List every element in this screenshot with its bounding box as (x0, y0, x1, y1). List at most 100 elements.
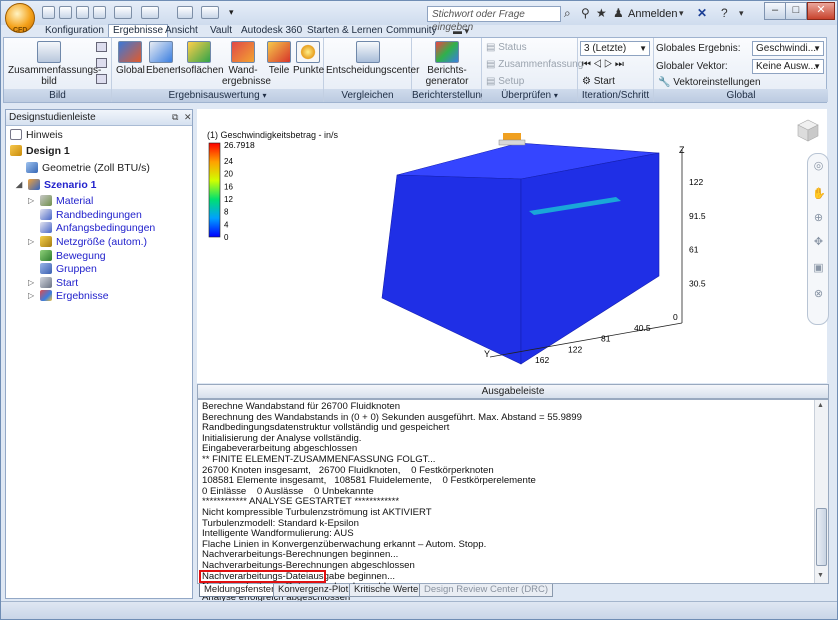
panel-ergebnisauswertung-label: Ergebnisauswertung (168, 90, 260, 101)
look-at-icon[interactable]: ▣ (812, 262, 825, 275)
tree-label-netzgroesse: Netzgröße (autom.) (56, 236, 148, 248)
help-dropdown-icon[interactable]: ▾ (739, 6, 744, 20)
summary-image-label-1: Zusammenfassungs- (8, 65, 102, 76)
open-folder-icon[interactable] (59, 6, 72, 19)
walk-icon[interactable]: ⊗ (812, 288, 825, 301)
tree-item-szenario[interactable]: ◢ Szenario 1 (16, 179, 97, 191)
start-icon: ⚙ (582, 76, 594, 87)
last-step-icon[interactable]: ⏭ (615, 59, 626, 70)
zusammenfassung-button[interactable]: ▤ Zusammenfassung (486, 59, 583, 71)
collapse-icon[interactable]: ◢ (16, 179, 22, 191)
tree-item-anfangsbedingungen[interactable]: Anfangsbedingungen (40, 222, 155, 234)
maximize-button[interactable]: □ (785, 2, 807, 20)
minimize-button[interactable]: – (764, 2, 786, 20)
scroll-up-icon[interactable]: ▲ (817, 402, 824, 409)
output-bar-header[interactable]: Ausgabeleiste (197, 384, 829, 399)
tree-item-material[interactable]: ▷ Material (28, 195, 93, 207)
tree-item-gruppen[interactable]: Gruppen (40, 263, 97, 275)
tree-label-bewegung: Bewegung (56, 250, 106, 262)
material-icon (40, 195, 52, 206)
new-file-icon[interactable] (42, 6, 55, 19)
image-option-icon-2[interactable] (96, 58, 107, 68)
summary-image-button[interactable]: Zusammenfassungs- bild (8, 41, 101, 87)
tree-item-start[interactable]: ▷ Start (28, 277, 78, 289)
subscription-icon[interactable]: ⚲ (581, 6, 590, 20)
save-as-icon[interactable] (93, 6, 106, 19)
setup-button[interactable]: ▤ Setup (486, 76, 524, 88)
qat-customize-icon[interactable]: ▾ (229, 6, 239, 19)
close-button[interactable]: ✕ (807, 2, 835, 20)
viewcube-icon[interactable] (795, 117, 821, 143)
expand-icon[interactable]: ▷ (28, 236, 34, 248)
user-icon[interactable]: ♟ (613, 6, 624, 20)
tree-item-ergebnisse[interactable]: ▷ Ergebnisse (28, 290, 109, 302)
favorite-star-icon[interactable]: ★ (596, 6, 607, 20)
decision-center-button[interactable]: Entscheidungscenter (326, 41, 419, 76)
dock-icon[interactable]: ⧉ (172, 110, 178, 125)
tab-kritische-werte[interactable]: Kritische Werte (349, 584, 424, 597)
help-icon[interactable]: ? (721, 6, 728, 20)
image-option-icon-3[interactable] (96, 74, 107, 84)
next-step-icon[interactable]: ▷ (604, 59, 615, 70)
zoom-icon[interactable]: ⊕ (812, 212, 825, 225)
scroll-down-icon[interactable]: ▼ (817, 572, 824, 579)
panel-ueberpruefen-label: Überprüfen (501, 90, 552, 101)
panel-berichterstellung-title: Berichterstellung (412, 89, 487, 102)
exchange-apps-icon[interactable]: ✕ (697, 6, 707, 20)
tree-label-gruppen: Gruppen (56, 263, 97, 275)
expand-icon[interactable]: ▷ (28, 277, 34, 289)
tree-item-netzgroesse[interactable]: ▷ Netzgröße (autom.) (28, 236, 148, 248)
status-button[interactable]: ▤ Status (486, 42, 527, 54)
image-option-icon-1[interactable] (96, 42, 107, 52)
iteration-combo-value: 3 (Letzte) (584, 43, 627, 54)
start-button[interactable]: ⚙ Start (582, 76, 615, 88)
panel-ueberpruefen-title[interactable]: Überprüfen ▾ (482, 89, 577, 102)
ebenen-button[interactable]: Ebenen (146, 41, 180, 76)
redo-icon[interactable] (141, 6, 159, 19)
vector-settings-button[interactable]: 🔧 Vektoreinstellungen (658, 77, 761, 89)
tree-item-hinweis[interactable]: Hinweis (10, 129, 63, 141)
first-step-icon[interactable]: ⏮ (582, 59, 593, 70)
global-result-combo[interactable]: Geschwindi... ▼ (752, 41, 824, 56)
tree-item-bewegung[interactable]: Bewegung (40, 250, 106, 262)
tab-ergebnisse[interactable]: Ergebnisse (108, 24, 169, 38)
punkte-button[interactable]: Punkte (293, 41, 324, 76)
undo-icon[interactable] (114, 6, 132, 19)
expand-icon[interactable]: ▷ (28, 290, 34, 302)
iteration-combo[interactable]: 3 (Letzte) ▼ (580, 41, 650, 56)
tab-design-review-center[interactable]: Design Review Center (DRC) (419, 584, 554, 597)
teile-button[interactable]: Teile (266, 41, 292, 76)
tree-item-geometrie[interactable]: Geometrie (Zoll BTU/s) (26, 162, 150, 174)
tree-item-design[interactable]: Design 1 (10, 145, 70, 157)
panel-ergebnisauswertung-title[interactable]: Ergebnisauswertung ▾ (112, 89, 323, 102)
scroll-thumb[interactable] (816, 508, 827, 566)
isoflaechen-button[interactable]: Isoflächen (178, 41, 224, 76)
orbit-icon[interactable]: ✥ (812, 236, 825, 249)
global-button[interactable]: Global (116, 41, 145, 76)
search-input[interactable]: Stichwort oder Frage eingeben (427, 6, 561, 33)
wandergebnisse-button[interactable]: Wand- ergebnisse (222, 41, 271, 87)
tab-konvergenz-plot[interactable]: Konvergenz-Plot (273, 584, 354, 597)
signin-dropdown-icon[interactable]: ▾ (679, 6, 684, 20)
output-tab-row: Meldungsfenster Konvergenz-Plot Kritisch… (197, 584, 829, 598)
steering-wheel-icon[interactable]: ◎ (812, 160, 825, 173)
layout-icon[interactable] (177, 6, 193, 19)
view-icon[interactable] (201, 6, 219, 19)
pan-hand-icon[interactable]: ✋ (812, 188, 826, 201)
panel-close-icon[interactable]: ✕ (184, 110, 192, 125)
output-scrollbar[interactable]: ▲ ▼ (814, 400, 828, 583)
tree-item-randbedingungen[interactable]: Randbedingungen (40, 209, 142, 221)
panel-ueberpruefen: ▤ Status ▤ Zusammenfassung ▤ Setup Überp… (482, 38, 583, 102)
tree-label-geometrie: Geometrie (Zoll BTU/s) (42, 162, 150, 174)
report-generator-button[interactable]: Berichts- generator (416, 41, 478, 87)
signin-link[interactable]: Anmelden (628, 8, 678, 20)
z-tick-label: 30.5 (689, 278, 706, 288)
global-vector-combo[interactable]: Keine Ausw... ▼ (752, 59, 824, 74)
prev-step-icon[interactable]: ◁ (593, 59, 604, 70)
save-icon[interactable] (76, 6, 89, 19)
tab-meldungsfenster[interactable]: Meldungsfenster (199, 584, 280, 597)
binoculars-icon[interactable]: ⌕ (564, 6, 571, 20)
expand-icon[interactable]: ▷ (28, 195, 34, 207)
panel-bild: Zusammenfassungs- bild Bild (4, 38, 112, 102)
graphics-viewport[interactable]: (1) Geschwindigkeitsbetrag - in/s 26.791… (197, 109, 827, 383)
